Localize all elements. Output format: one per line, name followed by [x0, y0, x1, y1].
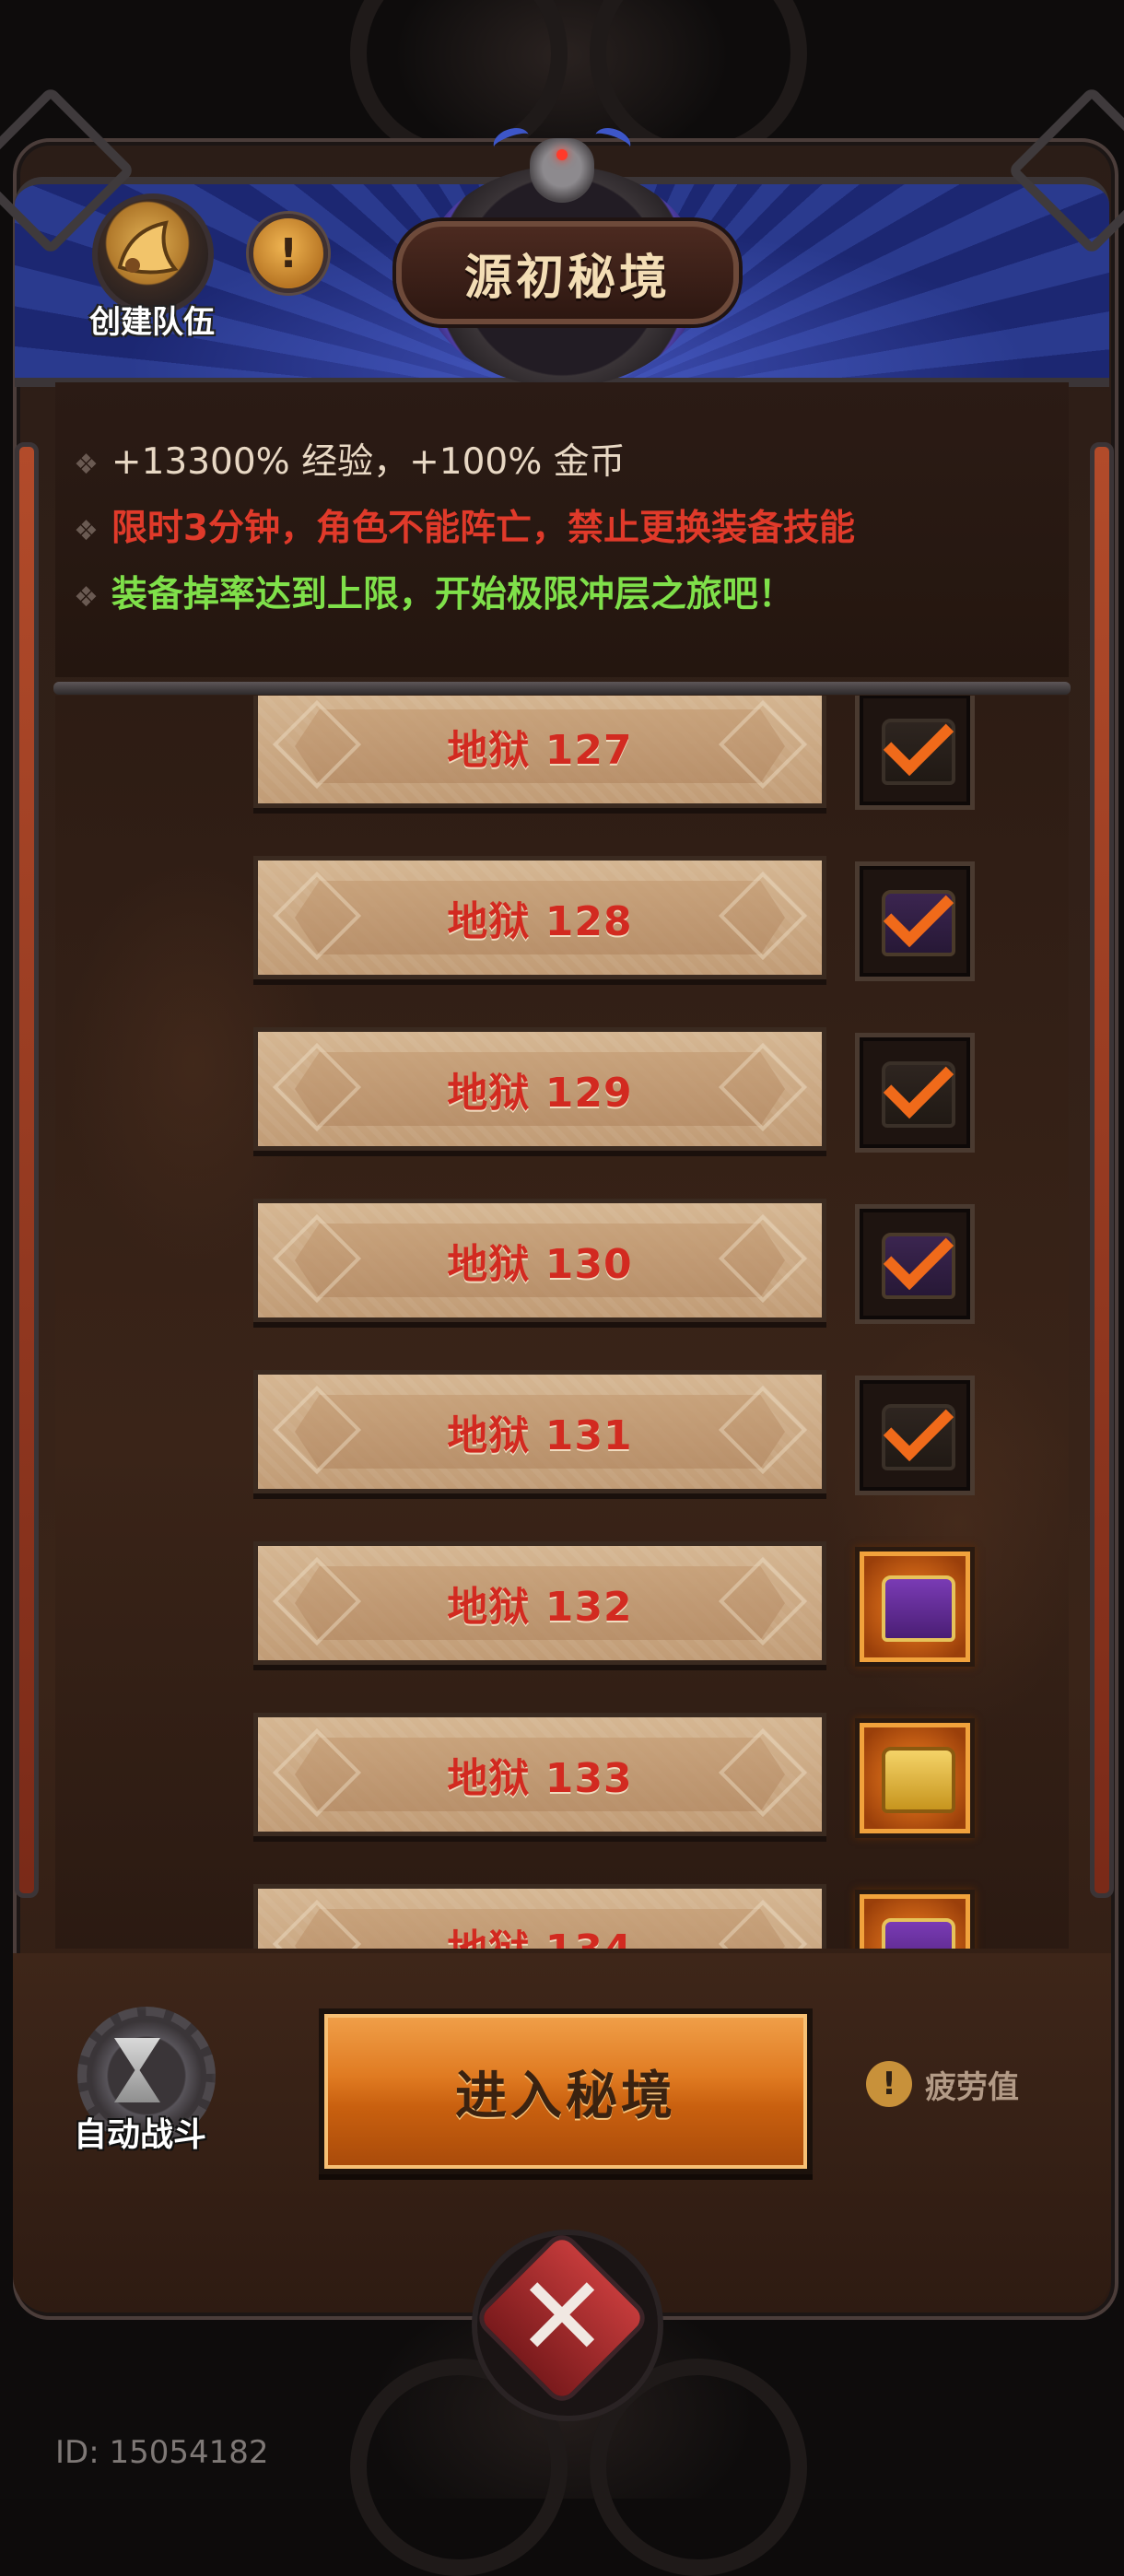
level-label: 地狱 129	[447, 1070, 633, 1117]
close-icon[interactable]: ✕	[507, 2263, 617, 2373]
left-frame-bar	[15, 442, 39, 1898]
rule-line: ❖ +13300% 经验，+100% 金币	[74, 441, 626, 483]
auto-battle-label: 自动战斗	[73, 2116, 206, 2154]
reward-chest-button[interactable]	[855, 1547, 975, 1667]
rule-line: ❖ 限时3分钟，角色不能阵亡，禁止更换装备技能	[74, 508, 856, 549]
level-plate[interactable]: 地狱 130	[253, 1199, 826, 1322]
auto-battle-button[interactable]: 自动战斗	[57, 2007, 223, 2163]
level-row[interactable]: 地狱 127	[55, 696, 1069, 814]
create-team-button[interactable]: 创建队伍	[74, 193, 230, 341]
title-plaque: 源初秘境	[396, 221, 739, 324]
level-label: 地狱 131	[447, 1412, 633, 1459]
info-button[interactable]: !	[249, 214, 328, 293]
chest-icon	[882, 1918, 955, 1949]
fatigue-label: 疲劳值	[925, 2068, 1019, 2106]
diamond-bullet-icon: ❖	[74, 581, 99, 614]
reward-chest-button[interactable]	[855, 1718, 975, 1838]
right-frame-bar	[1090, 442, 1114, 1898]
level-list[interactable]: 地狱 127 地狱 128 地狱 129 地狱 130 地狱 131 地狱 132 地狱 1…	[55, 696, 1069, 1949]
level-row[interactable]: 地狱 132	[55, 1541, 1069, 1670]
create-team-label: 创建队伍	[89, 304, 215, 341]
rule-line: ❖ 装备掉率达到上限，开始极限冲层之旅吧！	[74, 574, 794, 615]
enter-dungeon-label: 进入秘境	[455, 2066, 676, 2126]
level-row[interactable]: 地狱 133	[55, 1713, 1069, 1842]
level-row[interactable]: 地狱 134	[55, 1884, 1069, 1949]
level-row[interactable]: 地狱 130	[55, 1199, 1069, 1328]
page-title: 源初秘境	[463, 250, 671, 306]
reward-chest-button[interactable]	[855, 1033, 975, 1153]
level-label: 地狱 130	[447, 1241, 633, 1288]
chest-icon	[882, 1747, 955, 1813]
level-label: 地狱 127	[447, 727, 633, 774]
level-plate[interactable]: 地狱 134	[253, 1884, 826, 1949]
enter-dungeon-button[interactable]: 进入秘境	[319, 2008, 813, 2174]
level-plate[interactable]: 地狱 129	[253, 1027, 826, 1151]
level-row[interactable]: 地狱 131	[55, 1370, 1069, 1499]
diamond-bullet-icon: ❖	[74, 449, 99, 481]
exclamation-icon: !	[278, 229, 299, 277]
diamond-bullet-icon: ❖	[74, 515, 99, 547]
level-plate[interactable]: 地狱 133	[253, 1713, 826, 1836]
exclamation-icon: !	[866, 2061, 912, 2107]
level-label: 地狱 134	[258, 1889, 822, 1949]
reward-chest-button[interactable]	[855, 1890, 975, 1949]
skull-icon	[530, 138, 594, 203]
level-plate[interactable]: 地狱 132	[253, 1541, 826, 1665]
level-row[interactable]: 地狱 129	[55, 1027, 1069, 1156]
player-id: ID: 15054182	[55, 2434, 269, 2471]
chest-icon	[882, 1575, 955, 1642]
reward-chest-button[interactable]	[855, 1376, 975, 1495]
reward-chest-button[interactable]	[855, 861, 975, 981]
reward-chest-button[interactable]	[855, 696, 975, 810]
level-label: 地狱 132	[447, 1584, 633, 1631]
fatigue-indicator[interactable]: ! 疲劳值	[866, 2056, 1019, 2112]
level-row[interactable]: 地狱 128	[55, 856, 1069, 985]
level-label: 地狱 128	[447, 898, 633, 945]
divider	[53, 682, 1071, 695]
level-plate[interactable]: 地狱 128	[253, 856, 826, 979]
level-plate[interactable]: 地狱 131	[253, 1370, 826, 1493]
level-label: 地狱 133	[447, 1755, 633, 1802]
level-plate[interactable]: 地狱 127	[253, 696, 826, 808]
reward-chest-button[interactable]	[855, 1204, 975, 1324]
